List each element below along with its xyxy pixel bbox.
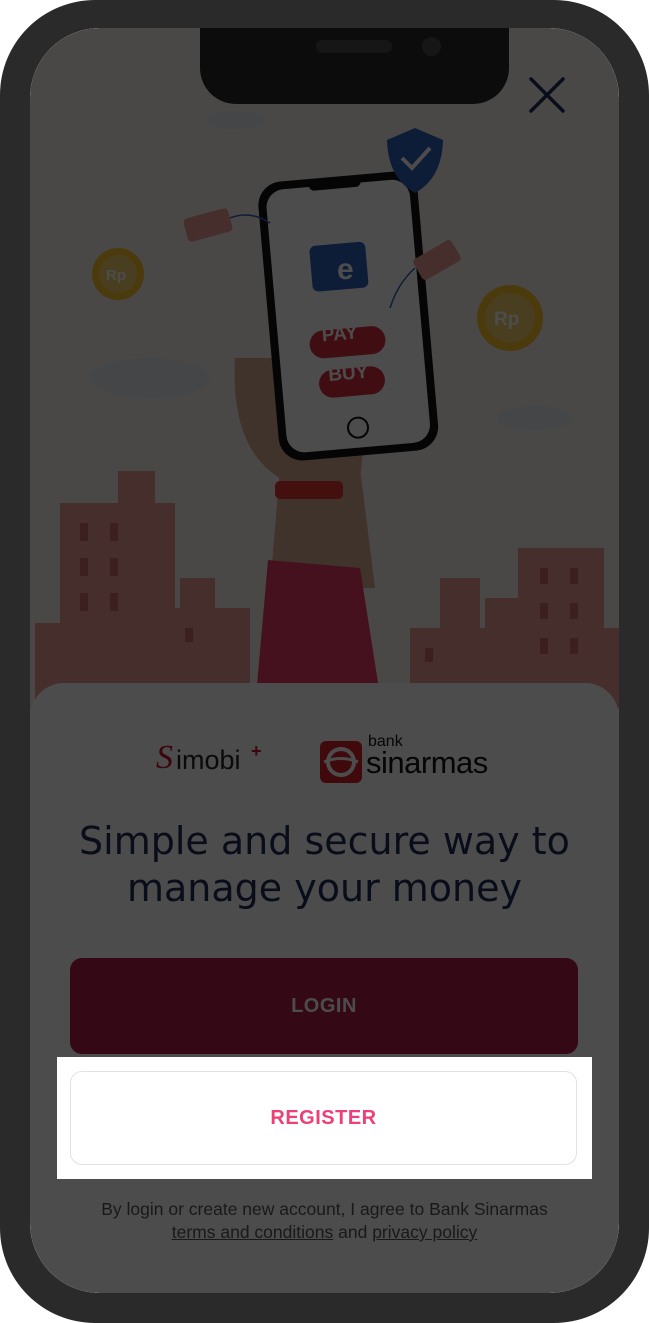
legal-prefix: By login or create new account, I agree …: [101, 1199, 548, 1219]
simobi-plus: +: [251, 741, 262, 761]
app-screen: e PAY BUY Rp Rp S imobi + bank sinarmas …: [30, 28, 619, 1293]
pay-label: PAY: [321, 322, 359, 346]
brand-logos: S imobi + bank sinarmas: [30, 733, 619, 783]
welcome-headline: Simple and secure way to manage your mon…: [79, 819, 570, 910]
simobi-logo-letter-s: S: [156, 739, 173, 776]
illustration-phone: [258, 171, 439, 461]
bank-sinarmas-logo: bank sinarmas: [320, 733, 520, 783]
front-camera: [422, 37, 441, 56]
simobi-logo: S imobi +: [156, 733, 276, 783]
sinarmas-label: sinarmas: [366, 745, 488, 780]
speaker: [316, 40, 392, 53]
legal-notice: By login or create new account, I agree …: [50, 1198, 599, 1244]
register-button[interactable]: REGISTER: [70, 1071, 577, 1165]
register-highlight: REGISTER: [57, 1057, 592, 1179]
login-button[interactable]: LOGIN: [70, 958, 578, 1054]
close-icon[interactable]: [524, 72, 570, 118]
wallet-letter: e: [337, 253, 354, 286]
legal-and: and: [338, 1222, 368, 1242]
privacy-link[interactable]: privacy policy: [372, 1222, 477, 1242]
phone-frame: e PAY BUY Rp Rp S imobi + bank sinarmas …: [0, 0, 649, 1323]
buy-label: BUY: [327, 362, 369, 386]
simobi-wordmark: imobi: [176, 745, 241, 775]
terms-link[interactable]: terms and conditions: [172, 1222, 333, 1242]
hero-illustration: e PAY BUY Rp Rp: [30, 28, 619, 708]
coin-label: Rp: [494, 309, 519, 330]
sinarmas-emblem-icon: [320, 741, 362, 783]
coin-label: Rp: [106, 267, 126, 284]
welcome-sheet: S imobi + bank sinarmas Simple and secur…: [30, 683, 619, 1293]
phone-notch: [200, 28, 509, 104]
